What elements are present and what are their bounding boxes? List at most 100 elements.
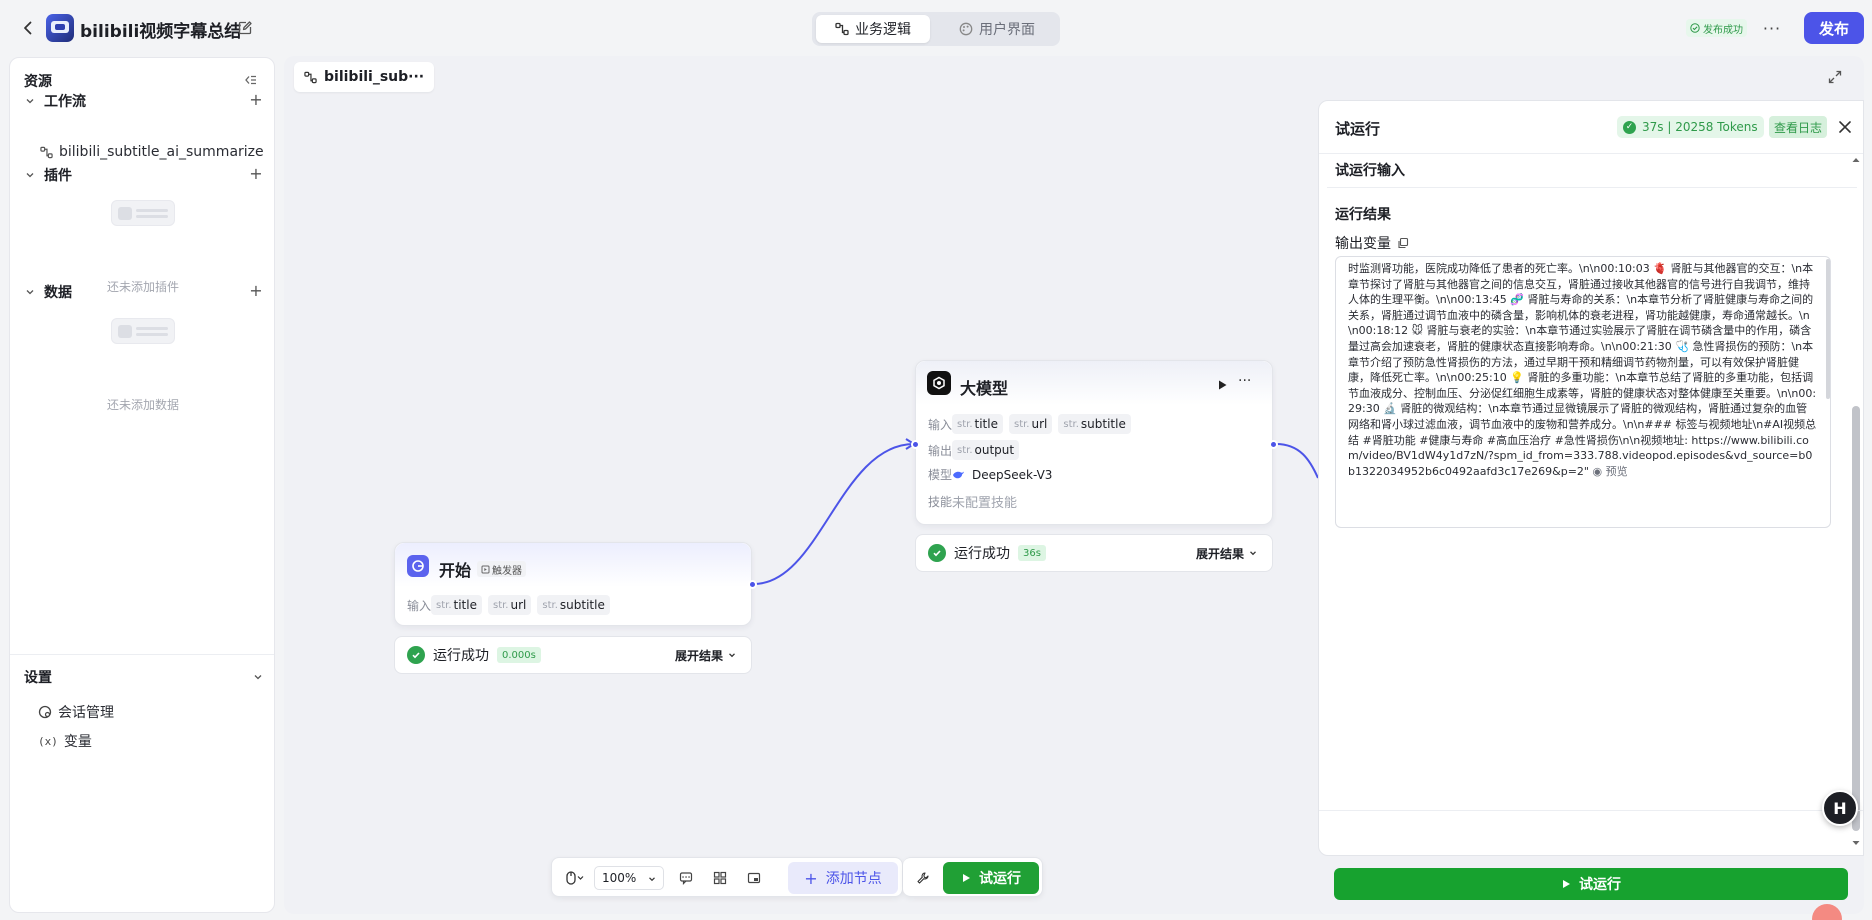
test-run-label: 试运行 xyxy=(979,871,1021,887)
add-node-label: 添加节点 xyxy=(825,871,882,887)
edge-llm-to-next xyxy=(1275,443,1319,479)
view-log-button[interactable]: 查看日志 xyxy=(1769,116,1828,138)
chip-name: url xyxy=(1031,417,1048,431)
chevron-down-icon xyxy=(729,653,735,658)
panel-run-label: 试运行 xyxy=(1579,877,1621,893)
type-tag: str. xyxy=(957,444,973,456)
result-time: 0.000s xyxy=(497,647,541,663)
type-tag: str. xyxy=(436,599,452,611)
interaction-mode-button[interactable] xyxy=(560,866,590,890)
comment-icon xyxy=(679,872,693,885)
expand-result-button[interactable]: 展开结果 xyxy=(675,647,737,664)
canvas-toolbar: 100% + 添加节点 xyxy=(551,857,903,897)
output-text-block: 时监测肾功能，医院成功降低了患者的死亡率。\n\n00:10:03 🫀 肾脏与其… xyxy=(1348,261,1818,479)
llm-node-result: 运行成功 36s 展开结果 xyxy=(915,534,1273,572)
input-port[interactable] xyxy=(911,440,920,449)
llm-input-row: 输入 str. title str. url str. subtitle xyxy=(928,414,1131,434)
llm-skill-row: 技能 未配置技能 xyxy=(928,492,1017,511)
zoom-select[interactable]: 100% xyxy=(594,866,664,890)
copy-icon[interactable] xyxy=(1397,237,1409,249)
panel-scrollbar-thumb[interactable] xyxy=(1852,406,1860,831)
test-run-button[interactable]: 试运行 xyxy=(943,862,1039,894)
chip-name: subtitle xyxy=(1080,417,1126,431)
type-tag: str. xyxy=(957,418,973,430)
output-chip: str. output xyxy=(952,440,1020,460)
test-run-panel: 试运行 ✓ 37s | 20258 Tokens 查看日志 试运行输入 运行结果… xyxy=(1318,100,1864,856)
deepseek-whale-icon xyxy=(953,471,964,478)
minimap-button[interactable] xyxy=(742,866,766,890)
start-node[interactable]: 开始 触发器 输入 str. title str. url str. subtitle xyxy=(394,542,757,626)
result-status: 运行成功 xyxy=(433,648,489,664)
chevron-down-icon xyxy=(649,877,655,882)
input-chip-title: str. title xyxy=(952,414,1003,434)
run-result-header: 运行结果 xyxy=(1335,207,1391,223)
success-check-icon xyxy=(407,646,425,664)
result-time: 36s xyxy=(1018,545,1046,561)
input-chip-url: str. url xyxy=(1008,414,1053,434)
run-toolbar: 试运行 xyxy=(903,857,1043,897)
input-label: 输入 xyxy=(928,417,953,432)
mouse-icon xyxy=(566,871,584,885)
output-var-label: 输出变量 xyxy=(1335,236,1391,252)
type-tag: str. xyxy=(1063,418,1079,430)
close-icon[interactable] xyxy=(1836,118,1854,136)
wrench-icon xyxy=(917,872,929,884)
run-stats-badge: ✓ 37s | 20258 Tokens xyxy=(1617,116,1764,138)
plus-icon: + xyxy=(804,868,818,888)
llm-node[interactable]: 大模型 ··· 输入 str. title str. url str. subtitl… xyxy=(911,360,1278,525)
play-icon xyxy=(1563,880,1570,888)
node-more-icon[interactable]: ··· xyxy=(1238,373,1251,389)
scroll-up-arrow-icon[interactable] xyxy=(1851,155,1861,165)
assistant-float-button[interactable]: H xyxy=(1822,790,1858,826)
panel-title: 试运行 xyxy=(1335,120,1381,138)
success-check-icon: ✓ xyxy=(1623,120,1636,134)
debug-tools-button[interactable] xyxy=(911,866,935,890)
output-port[interactable] xyxy=(748,580,757,589)
input-chip-subtitle: str. subtitle xyxy=(537,595,610,615)
divider xyxy=(1327,187,1857,188)
output-var-row: 输出变量 xyxy=(1335,233,1409,253)
trigger-badge: 触发器 xyxy=(477,561,527,577)
llm-icon xyxy=(927,371,951,395)
chip-name: subtitle xyxy=(559,598,605,612)
run-input-header[interactable]: 试运行输入 xyxy=(1335,160,1405,180)
edge-start-to-llm xyxy=(753,443,915,585)
assistant-logo-icon: H xyxy=(1833,798,1847,818)
model-name: DeepSeek-V3 xyxy=(972,467,1053,482)
llm-output-row: 输出 str. output xyxy=(928,440,1020,460)
input-chip-subtitle: str. subtitle xyxy=(1058,414,1131,434)
preview-label: 预览 xyxy=(1605,464,1628,478)
start-node-result: 运行成功 0.000s 展开结果 xyxy=(394,636,752,674)
run-node-icon[interactable] xyxy=(1216,379,1228,391)
panel-test-run-button[interactable]: 试运行 xyxy=(1334,868,1848,900)
start-input-row: 输入 str. title str. url str. subtitle xyxy=(407,595,610,615)
comment-button[interactable] xyxy=(674,866,698,890)
skill-value: 未配置技能 xyxy=(952,496,1018,511)
result-status: 运行成功 xyxy=(954,546,1010,562)
auto-layout-button[interactable] xyxy=(708,866,732,890)
scroll-down-arrow-icon[interactable] xyxy=(1851,838,1861,848)
input-chip-title: str. title xyxy=(431,595,482,615)
chip-name: title xyxy=(974,417,998,431)
type-tag: str. xyxy=(492,599,509,611)
expand-result-button[interactable]: 展开结果 xyxy=(1196,545,1258,562)
preview-link[interactable]: ◉ 预览 xyxy=(1592,465,1627,478)
type-tag: str. xyxy=(1013,418,1030,430)
output-text: 时监测肾功能，医院成功降低了患者的死亡率。\n\n00:10:03 🫀 肾脏与其… xyxy=(1348,262,1817,478)
output-variable-box[interactable]: 时监测肾功能，医院成功降低了患者的死亡率。\n\n00:10:03 🫀 肾脏与其… xyxy=(1335,256,1831,528)
add-node-button[interactable]: + 添加节点 xyxy=(788,862,898,894)
divider xyxy=(1319,153,1863,154)
success-check-icon xyxy=(928,544,946,562)
grid-layout-icon xyxy=(713,871,727,885)
chip-name: output xyxy=(974,443,1015,457)
output-box-scrollbar[interactable] xyxy=(1826,259,1830,399)
input-label: 输入 xyxy=(407,598,432,613)
minimap-icon xyxy=(747,872,761,884)
chevron-down-icon xyxy=(1250,551,1256,556)
play-icon xyxy=(963,874,970,882)
start-node-title: 开始 xyxy=(439,561,472,580)
type-tag: str. xyxy=(542,599,558,611)
trigger-badge-text: 触发器 xyxy=(492,565,523,577)
llm-model-row: 模型 DeepSeek-V3 xyxy=(928,466,1052,483)
output-port[interactable] xyxy=(1269,440,1278,449)
